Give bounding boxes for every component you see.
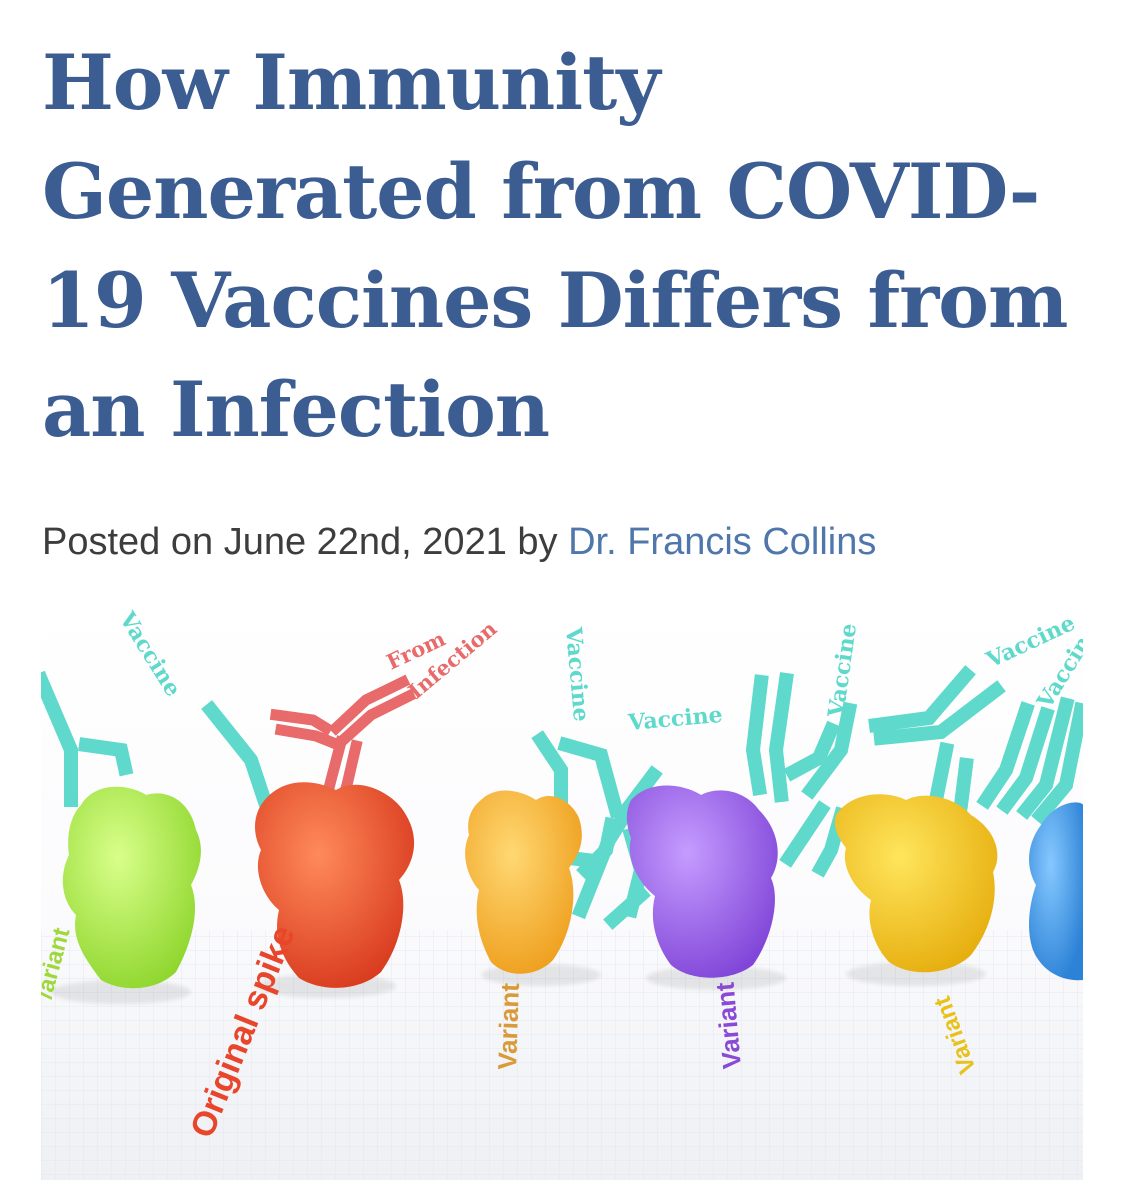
article-title: How Immunity Generated from COVID-19 Vac…	[42, 38, 1068, 454]
article: How Immunity Generated from COVID-19 Vac…	[0, 0, 1124, 1200]
article-illustration: Vaccine Vaccine Vaccine Vaccine Vaccine …	[41, 600, 1083, 1180]
floor-label-orange: Variant	[492, 982, 525, 1070]
antibody-spike-illustration: Vaccine Vaccine Vaccine Vaccine Vaccine …	[41, 600, 1083, 1180]
byline: Posted on June 22nd, 2021 by Dr. Francis…	[42, 516, 876, 568]
author-link[interactable]: Dr. Francis Collins	[568, 521, 876, 563]
byline-prefix: Posted on June 22nd, 2021 by	[42, 521, 558, 563]
